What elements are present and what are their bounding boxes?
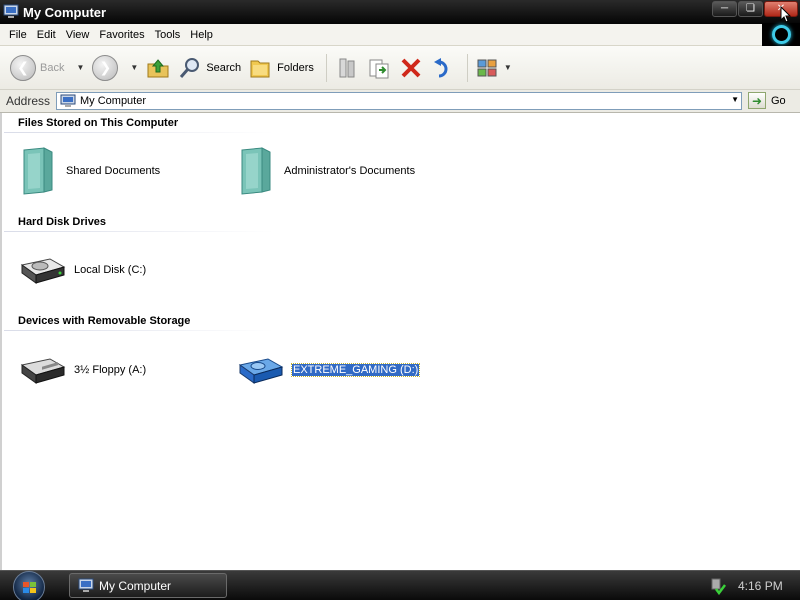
search-icon	[180, 57, 200, 78]
move-to-button[interactable]	[333, 51, 361, 85]
group-header-files: Files Stored on This Computer	[18, 117, 179, 129]
shared-documents-folder-icon	[18, 146, 58, 196]
address-bar: Address ▼ ➜ Go	[0, 90, 800, 113]
system-clock[interactable]: 4:16 PM	[738, 579, 783, 593]
local-disk-item[interactable]: Local Disk (C:)	[20, 253, 146, 287]
move-to-icon	[339, 58, 355, 77]
back-dropdown-icon[interactable]: ▼	[76, 63, 84, 72]
group-divider	[4, 330, 274, 331]
back-arrow-icon: ❮	[10, 54, 36, 81]
forward-dropdown-icon[interactable]: ▼	[130, 63, 138, 72]
forward-arrow-icon: ❯	[92, 54, 119, 81]
back-button[interactable]: ❮ Back	[8, 51, 66, 85]
menu-help[interactable]: Help	[190, 29, 213, 41]
window-title: My Computer	[23, 4, 107, 20]
address-field[interactable]: ▼	[56, 92, 742, 110]
views-button[interactable]: ▼	[474, 51, 520, 85]
folders-label: Folders	[277, 61, 314, 74]
my-computer-icon	[60, 94, 76, 107]
menu-file[interactable]: File	[9, 29, 27, 41]
item-label: Administrator's Documents	[284, 165, 416, 177]
title-bar: My Computer ─ ❏ ✕	[0, 0, 800, 24]
windows-throbber	[762, 23, 800, 46]
address-label: Address	[6, 94, 51, 108]
ring-icon	[771, 25, 791, 44]
toolbar: ❮ Back ▼ ❯ ▼ Search Folders ▼	[0, 46, 800, 90]
menu-view[interactable]: View	[66, 29, 90, 41]
forward-button[interactable]: ❯	[90, 51, 120, 85]
my-computer-icon	[78, 578, 94, 592]
floppy-drive-item[interactable]: 3½ Floppy (A:)	[20, 353, 146, 387]
taskbar: My Computer 4:16 PM	[0, 570, 800, 600]
up-folder-icon	[147, 58, 169, 77]
mouse-cursor-icon	[780, 6, 792, 23]
minimize-button[interactable]: ─	[712, 1, 737, 17]
undo-icon	[433, 57, 448, 77]
up-folder-button[interactable]	[144, 51, 172, 85]
search-button[interactable]: Search	[176, 51, 243, 85]
menu-edit[interactable]: Edit	[37, 29, 56, 41]
copy-to-button[interactable]	[365, 51, 393, 85]
minimize-icon: ─	[720, 3, 729, 14]
administrator-documents-item[interactable]: Administrator's Documents	[236, 146, 415, 196]
folder-icon	[250, 60, 270, 77]
item-label: Shared Documents	[66, 165, 161, 177]
address-input[interactable]	[80, 95, 720, 107]
folders-button[interactable]: Folders	[247, 51, 316, 85]
back-label: Back	[40, 61, 65, 74]
windows-logo-icon	[23, 582, 36, 593]
search-label: Search	[206, 61, 242, 74]
menu-bar: File Edit View Favorites Tools Help	[0, 23, 800, 46]
safely-remove-hardware-icon[interactable]	[710, 577, 726, 596]
content-pane: Files Stored on This Computer Shared Doc…	[0, 113, 800, 570]
item-label-selected: EXTREME_GAMING (D:)	[290, 363, 421, 377]
copy-to-icon	[369, 59, 389, 78]
floppy-drive-icon	[20, 353, 66, 387]
views-icon	[477, 59, 497, 76]
extreme-gaming-drive-item[interactable]: EXTREME_GAMING (D:)	[238, 353, 421, 387]
menu-tools[interactable]: Tools	[155, 29, 181, 41]
administrator-documents-folder-icon	[236, 146, 276, 196]
views-dropdown-icon: ▼	[503, 63, 512, 72]
hard-disk-icon	[20, 253, 66, 287]
delete-icon	[401, 58, 421, 77]
item-label: 3½ Floppy (A:)	[74, 364, 147, 376]
group-divider	[4, 231, 274, 232]
restore-button[interactable]: ❏	[738, 1, 763, 17]
group-header-removable: Devices with Removable Storage	[18, 315, 191, 327]
removable-drive-icon	[238, 353, 284, 387]
restore-icon: ❏	[746, 3, 755, 14]
go-arrow-icon: ➜	[748, 92, 766, 109]
toolbar-separator	[325, 53, 327, 82]
go-label: Go	[771, 94, 786, 107]
address-dropdown-icon[interactable]: ▼	[731, 95, 739, 104]
start-button[interactable]	[13, 571, 45, 600]
taskbar-my-computer-button[interactable]: My Computer	[69, 573, 227, 598]
group-header-hdd: Hard Disk Drives	[18, 216, 107, 228]
my-computer-icon	[3, 4, 19, 20]
undo-button[interactable]	[429, 51, 457, 85]
go-button[interactable]: ➜ Go	[748, 92, 786, 109]
shared-documents-item[interactable]: Shared Documents	[18, 146, 160, 196]
toolbar-separator-2	[466, 53, 468, 82]
taskbar-button-label: My Computer	[99, 578, 172, 593]
group-divider	[4, 132, 274, 133]
item-label: Local Disk (C:)	[74, 264, 147, 276]
menu-favorites[interactable]: Favorites	[99, 29, 144, 41]
delete-button[interactable]	[397, 51, 425, 85]
